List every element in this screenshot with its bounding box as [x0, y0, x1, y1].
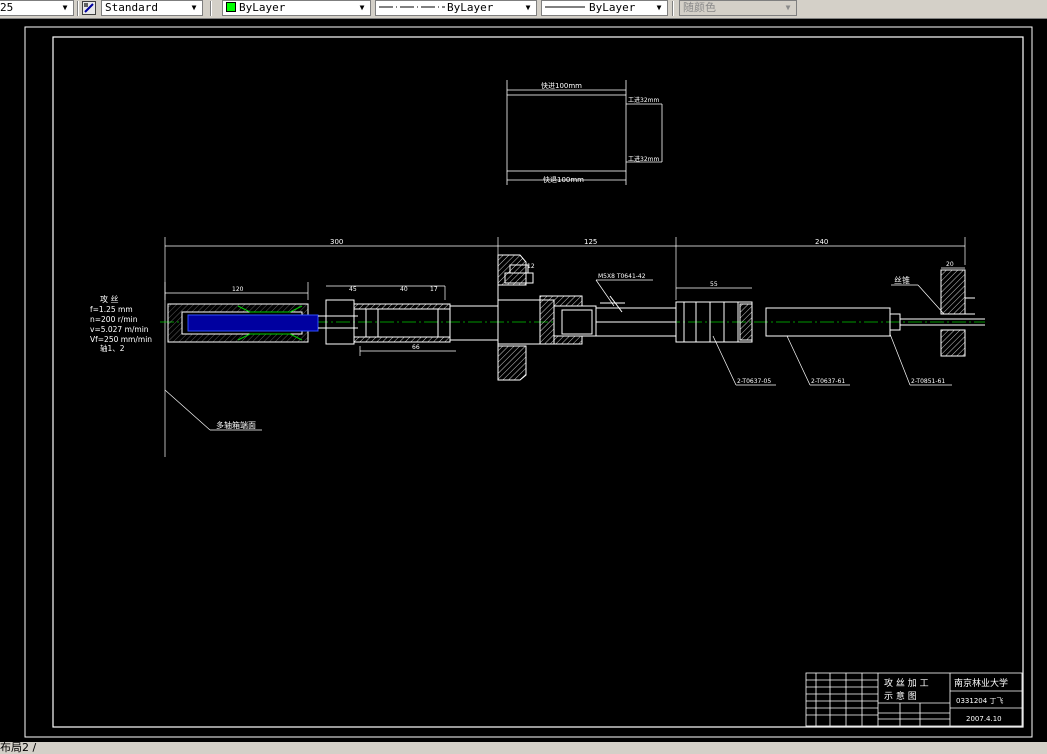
param-title: 攻 丝 [100, 294, 119, 304]
label-spindle-box-end: 多轴箱端面 [216, 420, 256, 430]
toolbar-separator [672, 1, 674, 16]
dim-125: 125 [584, 238, 597, 246]
cycle-work-in-2: 工进32mm [628, 155, 659, 163]
linetype-preview-icon [379, 6, 445, 8]
param-axes: 轴1、2 [100, 343, 125, 353]
chevron-down-icon: ▼ [359, 3, 365, 12]
chevron-down-icon: ▼ [785, 3, 791, 12]
tool-holder [167, 303, 358, 343]
title-drawing-2: 示 意 图 [884, 690, 917, 702]
dim-55: 55 [710, 281, 718, 288]
color-swatch-icon [226, 2, 236, 12]
work-cycle-diagram [506, 80, 663, 185]
toolbar-separator [210, 1, 212, 16]
workpiece [940, 269, 975, 357]
title-drawing-1: 攻 丝 加 工 [884, 677, 929, 689]
toolbar-separator [77, 1, 79, 16]
label-tap: 丝锥 [894, 275, 910, 285]
dim-40: 40 [400, 286, 408, 293]
linetype-scale-value: 25 [0, 1, 14, 14]
layout-tabs-bar: 布局2 / [0, 742, 1047, 754]
linetype-scale-dropdown[interactable]: 25 ▼ [0, 0, 74, 16]
chevron-down-icon: ▼ [525, 3, 531, 12]
title-date: 2007.4.10 [966, 715, 1002, 723]
plot-style-dropdown: 随颜色 ▼ [679, 0, 797, 16]
plot-style-value: 随颜色 [683, 1, 716, 14]
param-velocity: v=5.027 m/min [90, 325, 149, 334]
overall-dimensions [164, 237, 966, 457]
dim-120: 120 [232, 286, 244, 293]
cycle-rapid-out: 快退100mm [543, 175, 584, 184]
chevron-down-icon: ▼ [62, 3, 68, 12]
chevron-down-icon: ▼ [656, 3, 662, 12]
layer-color-value: ByLayer [239, 1, 286, 14]
dim-240: 240 [815, 238, 828, 246]
dim-300: 300 [330, 238, 343, 246]
param-speed: n=200 r/min [90, 315, 138, 324]
lineweight-value: ByLayer [589, 1, 636, 14]
drawing-frame [52, 36, 1024, 728]
linetype-dropdown[interactable]: ByLayer ▼ [375, 0, 537, 16]
layer-color-dropdown[interactable]: ByLayer ▼ [222, 0, 371, 16]
cycle-rapid-in: 快进100mm [541, 81, 582, 90]
paper-sheet [24, 26, 1033, 738]
label-part-3: 2-T0851-61 [911, 378, 945, 385]
title-author: 0331204 丁飞 [956, 697, 1003, 705]
lineweight-preview-icon [545, 6, 585, 8]
dim-17: 17 [430, 286, 438, 293]
param-feed: f=1.25 mm [90, 305, 133, 314]
linetype-value: ByLayer [447, 1, 494, 14]
text-style-icon[interactable] [82, 1, 96, 15]
chevron-down-icon: ▼ [191, 3, 197, 12]
title-school: 南京林业大学 [954, 677, 1008, 689]
label-part-top: M5X8 T0641-42 [598, 273, 646, 280]
drawing-canvas[interactable]: 快进100mm 工进32mm 工进32mm 快退100mm 300 125 24… [0, 18, 1047, 742]
cycle-work-in-1: 工进32mm [628, 96, 659, 104]
fixture-plate [497, 254, 534, 381]
label-part-1: 2-T0637-05 [737, 378, 771, 385]
label-part-2: 2-T0637-61 [811, 378, 845, 385]
text-style-value: Standard [105, 1, 158, 14]
properties-toolbar: 25 ▼ Standard ▼ ByLayer ▼ ByLayer ▼ ByLa… [0, 0, 1047, 19]
text-style-dropdown[interactable]: Standard ▼ [101, 0, 203, 16]
param-feed-rate: Vf=250 mm/min [90, 335, 152, 344]
dim-20: 20 [946, 261, 954, 268]
dim-45: 45 [349, 286, 357, 293]
lineweight-dropdown[interactable]: ByLayer ▼ [541, 0, 668, 16]
guide-bushing [497, 295, 677, 345]
tab-layout2[interactable]: 布局2 / [0, 742, 36, 754]
dim-66: 66 [412, 344, 420, 351]
